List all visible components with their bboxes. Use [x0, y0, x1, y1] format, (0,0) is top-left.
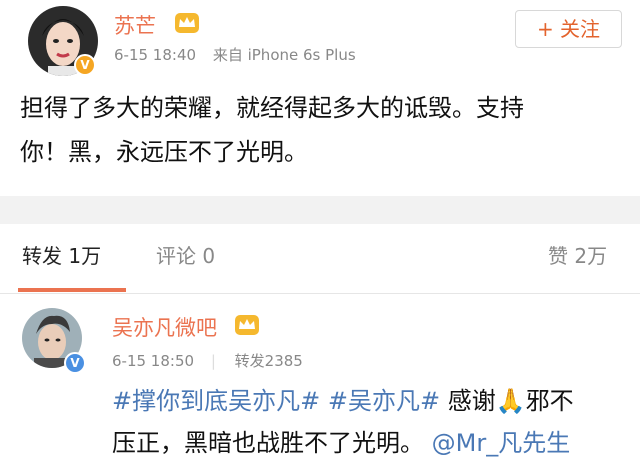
repost-text: 感谢 — [447, 387, 496, 415]
repost-time: 6-15 18:50 — [112, 352, 195, 370]
meta-separator: | — [210, 352, 216, 370]
crown-icon — [235, 315, 259, 335]
tab-repost[interactable]: 转发 1万 — [22, 240, 101, 269]
post-meta: 6-15 18:40 来自 iPhone 6s Plus — [114, 44, 368, 65]
active-tab-indicator — [18, 288, 126, 292]
repost-content: #撑你到底吴亦凡# #吴亦凡# 感谢🙏邪不 压正，黑暗也战胜不了光明。 @Mr_… — [112, 380, 632, 464]
repost-meta: 6-15 18:50 | 转发2385 — [112, 350, 315, 371]
post-content-line-2: 你！黑，永远压不了光明。 — [20, 138, 308, 166]
weibo-post: V 苏芒 6-15 18:40 来自 iPhone 6s Plus + 关注 担… — [0, 0, 640, 196]
post-time: 6-15 18:40 — [114, 46, 197, 64]
repost-text: 压正，黑暗也战胜不了光明。 — [112, 429, 424, 457]
repost-item: V 吴亦凡微吧 6-15 18:50 | 转发2385 #撑你到底吴亦凡# #吴… — [0, 294, 640, 470]
verified-v-icon: V — [64, 352, 86, 374]
repost-content-line-2: 压正，黑暗也战胜不了光明。 @Mr_凡先生 — [112, 422, 632, 464]
hashtag-link[interactable]: #撑你到底吴亦凡# — [112, 387, 320, 415]
mention-link[interactable]: @Mr_凡先生 — [432, 429, 571, 457]
praying-hands-icon: 🙏 — [495, 387, 526, 415]
follow-button[interactable]: + 关注 — [515, 10, 622, 48]
repost-count-label: 转发2385 — [234, 352, 303, 370]
repost-content-line-1: #撑你到底吴亦凡# #吴亦凡# 感谢🙏邪不 — [112, 380, 632, 422]
tab-comment[interactable]: 评论 0 — [156, 240, 215, 269]
post-tabs: 转发 1万 评论 0 赞 2万 — [0, 224, 640, 294]
repost-author-name[interactable]: 吴亦凡微吧 — [112, 312, 217, 342]
hashtag-link[interactable]: #吴亦凡# — [328, 387, 440, 415]
crown-icon — [175, 13, 199, 33]
post-author-name[interactable]: 苏芒 — [114, 10, 156, 40]
section-divider — [0, 196, 640, 224]
tab-like[interactable]: 赞 2万 — [548, 240, 607, 269]
post-content-line-1: 担得了多大的荣耀，就经得起多大的诋毁。支持 — [20, 94, 524, 122]
repost-text: 邪不 — [525, 387, 574, 415]
verified-v-icon: V — [74, 54, 96, 76]
post-content: 担得了多大的荣耀，就经得起多大的诋毁。支持 你！黑，永远压不了光明。 — [20, 86, 620, 174]
post-source: 来自 iPhone 6s Plus — [212, 46, 356, 64]
